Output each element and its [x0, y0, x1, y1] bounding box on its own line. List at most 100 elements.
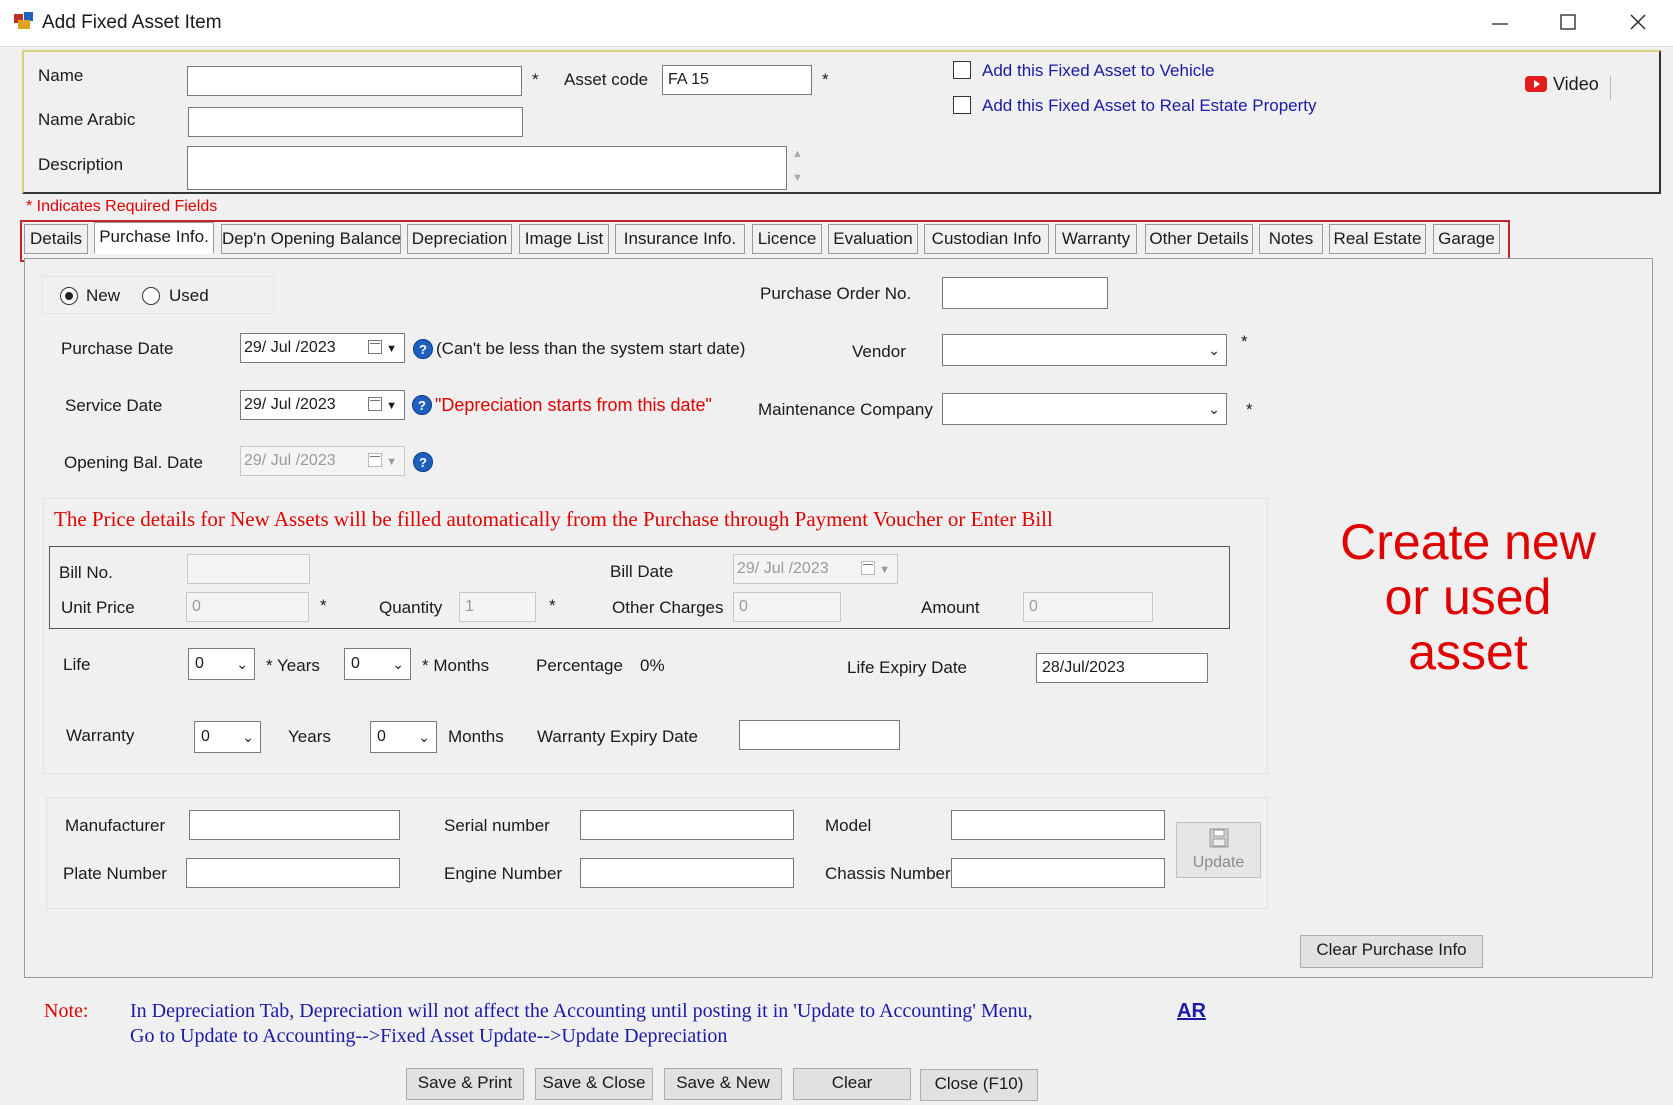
tab-insurance-info[interactable]: Insurance Info. — [615, 224, 745, 254]
chevron-down-icon: ⌄ — [242, 729, 254, 745]
maintenance-select[interactable]: ⌄ — [942, 393, 1227, 425]
warranty-months-label: Months — [448, 727, 504, 746]
tab-notes[interactable]: Notes — [1259, 224, 1323, 254]
amount-label: Amount — [921, 598, 980, 617]
warranty-expiry-input[interactable] — [739, 720, 900, 750]
vehicle-checkbox-label[interactable]: Add this Fixed Asset to Vehicle — [982, 61, 1214, 81]
model-input[interactable] — [951, 810, 1165, 840]
overlay-line-1: Create new — [1340, 514, 1596, 570]
vendor-required-star: * — [1241, 332, 1248, 351]
warranty-months-value: 0 — [377, 728, 386, 745]
chassis-label: Chassis Number — [825, 864, 951, 883]
asset-code-label: Asset code — [564, 70, 649, 89]
name-arabic-input[interactable] — [188, 107, 523, 137]
description-scroll-down-icon[interactable]: ▼ — [792, 172, 803, 184]
unit-price-input: 0 — [186, 592, 309, 622]
warranty-years-select[interactable]: 0 ⌄ — [194, 721, 261, 753]
tab-purchase-info[interactable]: Purchase Info. — [94, 222, 214, 254]
engine-input[interactable] — [580, 858, 794, 888]
life-months-value: 0 — [351, 655, 360, 672]
life-years-select[interactable]: 0 ⌄ — [188, 648, 255, 680]
vehicle-checkbox[interactable] — [953, 61, 971, 79]
manufacturer-input[interactable] — [189, 810, 400, 840]
promo-overlay-text: Create new or used asset — [1318, 515, 1618, 680]
opening-bal-date-value: 29/ Jul /2023 — [244, 452, 336, 469]
bill-no-input — [187, 554, 310, 584]
tab-real-estate[interactable]: Real Estate — [1329, 224, 1426, 254]
real-estate-checkbox[interactable] — [953, 96, 971, 114]
calendar-icon — [368, 397, 382, 411]
clear-purchase-info-button[interactable]: Clear Purchase Info — [1300, 935, 1483, 968]
chevron-down-icon: ▼ — [386, 456, 397, 468]
real-estate-checkbox-label[interactable]: Add this Fixed Asset to Real Estate Prop… — [982, 96, 1317, 116]
serial-input[interactable] — [580, 810, 794, 840]
title-bar: Add Fixed Asset Item — [0, 0, 1673, 47]
unit-price-label: Unit Price — [61, 598, 135, 617]
tab-evaluation[interactable]: Evaluation — [828, 224, 918, 254]
tab-garage[interactable]: Garage — [1433, 224, 1500, 254]
asset-code-input[interactable]: FA 15 — [662, 65, 812, 95]
name-required-star: * — [532, 70, 539, 89]
description-label: Description — [38, 155, 124, 174]
life-expiry-input[interactable]: 28/Jul/2023 — [1036, 653, 1208, 683]
vendor-select[interactable]: ⌄ — [942, 334, 1227, 366]
radio-new[interactable] — [60, 287, 78, 305]
calendar-icon — [368, 453, 382, 467]
warranty-months-select[interactable]: 0 ⌄ — [370, 721, 437, 753]
tab-warranty[interactable]: Warranty — [1055, 224, 1137, 254]
name-label: Name — [38, 66, 84, 85]
asset-code-required-star: * — [822, 70, 829, 89]
clear-button[interactable]: Clear — [793, 1068, 911, 1100]
purchase-date-label: Purchase Date — [61, 339, 174, 358]
save-new-button[interactable]: Save & New — [664, 1068, 782, 1100]
tab-licence[interactable]: Licence — [752, 224, 822, 254]
help-icon[interactable]: ? — [412, 395, 432, 415]
description-scroll-up-icon[interactable]: ▲ — [792, 148, 803, 160]
required-fields-note: * Indicates Required Fields — [26, 198, 218, 215]
service-date-picker[interactable]: 29/ Jul /2023 ▼ — [240, 390, 405, 420]
help-icon[interactable]: ? — [413, 339, 433, 359]
unit-price-required-star: * — [320, 596, 327, 615]
chassis-input[interactable] — [951, 858, 1165, 888]
purchase-date-picker[interactable]: 29/ Jul /2023 ▼ — [240, 333, 405, 363]
calendar-icon — [368, 340, 382, 354]
bill-date-picker: 29/ Jul /2023 ▼ — [733, 554, 898, 584]
chevron-down-icon: ⌄ — [418, 729, 430, 745]
radio-new-label[interactable]: New — [86, 286, 120, 306]
save-close-button[interactable]: Save & Close — [535, 1068, 653, 1100]
close-icon[interactable] — [1626, 8, 1650, 36]
life-months-select[interactable]: 0 ⌄ — [344, 648, 411, 680]
warranty-years-label: Years — [288, 727, 331, 746]
tab-depreciation[interactable]: Depreciation — [407, 224, 512, 254]
radio-used[interactable] — [142, 287, 160, 305]
calendar-icon — [861, 561, 875, 575]
description-input[interactable] — [187, 146, 787, 190]
video-play-icon — [1525, 76, 1547, 92]
maximize-icon[interactable] — [1556, 8, 1580, 36]
plate-input[interactable] — [186, 858, 400, 888]
window-title: Add Fixed Asset Item — [42, 12, 222, 33]
tab-details[interactable]: Details — [24, 224, 88, 254]
warranty-years-value: 0 — [201, 728, 210, 745]
help-icon[interactable]: ? — [413, 452, 433, 472]
close-button[interactable]: Close (F10) — [920, 1069, 1038, 1101]
warranty-expiry-label: Warranty Expiry Date — [537, 727, 698, 746]
percentage-label: Percentage — [536, 656, 623, 675]
minimize-icon[interactable] — [1488, 8, 1512, 36]
tab-dep-n-opening-balance[interactable]: Dep'n Opening Balance — [221, 224, 401, 254]
name-input[interactable] — [187, 66, 522, 96]
chevron-down-icon: ⌄ — [1208, 342, 1220, 358]
tab-other-details[interactable]: Other Details — [1145, 224, 1253, 254]
update-label: Update — [1192, 854, 1245, 871]
chevron-down-icon: ⌄ — [1208, 401, 1220, 417]
save-print-button[interactable]: Save & Print — [406, 1068, 524, 1100]
chevron-down-icon: ▼ — [386, 400, 397, 412]
opening-bal-date-label: Opening Bal. Date — [64, 453, 203, 472]
tab-image-list[interactable]: Image List — [519, 224, 609, 254]
ar-link[interactable]: AR — [1177, 1000, 1206, 1023]
tab-custodian-info[interactable]: Custodian Info — [924, 224, 1049, 254]
update-button[interactable]: Update — [1176, 822, 1261, 878]
po-input[interactable] — [942, 277, 1108, 309]
life-expiry-label: Life Expiry Date — [847, 658, 967, 677]
radio-used-label[interactable]: Used — [169, 286, 209, 306]
